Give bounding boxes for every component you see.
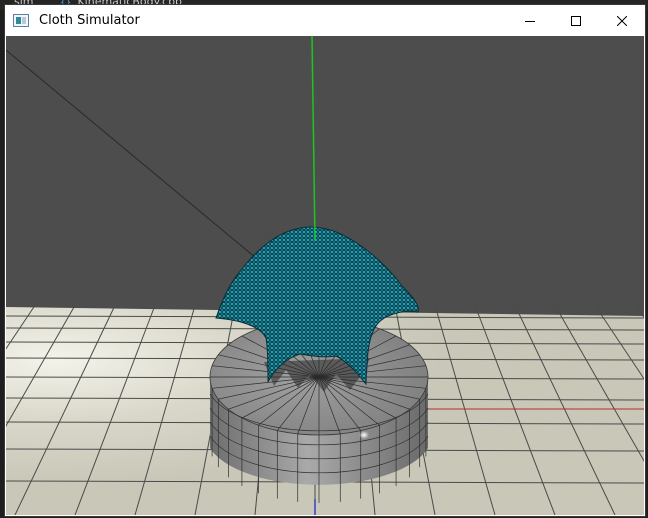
pedestal-specular [359,431,369,439]
close-icon [617,15,627,26]
window-controls [507,5,645,36]
maximize-button[interactable] [553,5,599,36]
minimize-icon [525,20,535,22]
simulation-viewport[interactable] [6,36,644,515]
scene-canvas[interactable] [6,36,644,515]
close-button[interactable] [599,5,645,36]
title-bar[interactable]: Cloth Simulator [5,5,645,36]
maximize-icon [571,15,581,26]
window-title: Cloth Simulator [39,13,140,28]
minimize-button[interactable] [507,5,553,36]
cloth-simulator-window: Cloth Simulator [5,5,645,516]
application-icon [13,14,29,27]
